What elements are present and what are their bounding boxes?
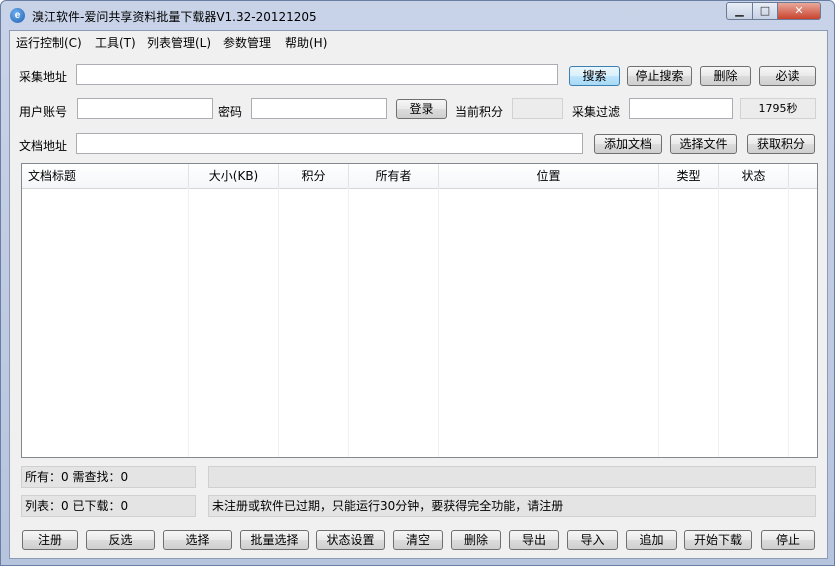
grid-line <box>658 188 659 457</box>
collect-url-label: 采集地址 <box>19 70 68 84</box>
grid-line <box>188 188 189 457</box>
batch-select-button[interactable]: 批量选择 <box>240 530 309 550</box>
login-button[interactable]: 登录 <box>396 99 447 119</box>
current-points-field <box>512 98 563 119</box>
user-account-input[interactable] <box>77 98 213 119</box>
collect-url-input[interactable] <box>76 64 558 85</box>
doc-url-input[interactable] <box>76 133 583 154</box>
col-title[interactable]: 文档标题 <box>22 164 189 188</box>
minimize-button[interactable]: ▁ <box>726 2 753 20</box>
add-doc-button[interactable]: 添加文档 <box>594 134 662 154</box>
close-button[interactable]: ✕ <box>777 2 821 20</box>
col-filler <box>789 164 817 188</box>
menu-help[interactable]: 帮助(H) <box>285 34 327 51</box>
collect-filter-input[interactable] <box>629 98 733 119</box>
title-bar[interactable]: e 溴江软件-爱问共享资料批量下载器V1.32-20121205 ▁ □ ✕ <box>1 1 834 30</box>
user-account-label: 用户账号 <box>19 105 68 119</box>
grid-line <box>438 188 439 457</box>
menu-bar: 运行控制(C) 工具(T) 列表管理(L) 参数管理 帮助(H) <box>10 31 827 51</box>
grid-line <box>788 188 789 457</box>
menu-tools[interactable]: 工具(T) <box>95 34 136 51</box>
stop-search-button[interactable]: 停止搜索 <box>627 66 692 86</box>
col-owner[interactable]: 所有者 <box>349 164 439 188</box>
password-input[interactable] <box>251 98 387 119</box>
must-read-button[interactable]: 必读 <box>759 66 816 86</box>
collect-filter-label: 采集过滤 <box>572 105 621 119</box>
append-button[interactable]: 追加 <box>626 530 677 550</box>
menu-list-manage[interactable]: 列表管理(L) <box>147 34 211 51</box>
register-button[interactable]: 注册 <box>22 530 78 550</box>
stop-button[interactable]: 停止 <box>761 530 815 550</box>
col-points[interactable]: 积分 <box>279 164 349 188</box>
col-size[interactable]: 大小(KB) <box>189 164 279 188</box>
main-window: e 溴江软件-爱问共享资料批量下载器V1.32-20121205 ▁ □ ✕ 运… <box>0 0 835 566</box>
status-message: 未注册或软件已过期，只能运行30分钟，要获得完全功能，请注册 <box>208 495 816 517</box>
import-button[interactable]: 导入 <box>567 530 618 550</box>
maximize-button[interactable]: □ <box>752 2 778 20</box>
document-list[interactable]: 文档标题 大小(KB) 积分 所有者 位置 类型 状态 <box>21 163 818 458</box>
window-title: 溴江软件-爱问共享资料批量下载器V1.32-20121205 <box>32 10 317 24</box>
app-icon: e <box>10 8 25 23</box>
search-button[interactable]: 搜索 <box>569 66 620 86</box>
delete-list-button[interactable]: 删除 <box>451 530 501 550</box>
col-type[interactable]: 类型 <box>659 164 719 188</box>
client-area: 运行控制(C) 工具(T) 列表管理(L) 参数管理 帮助(H) 采集地址 搜索… <box>9 30 828 559</box>
menu-run-control[interactable]: 运行控制(C) <box>16 34 82 51</box>
status-list: 列表：0 已下载：0 <box>21 495 196 517</box>
start-download-button[interactable]: 开始下载 <box>684 530 752 550</box>
clear-button[interactable]: 清空 <box>393 530 443 550</box>
grid-line <box>278 188 279 457</box>
list-header: 文档标题 大小(KB) 积分 所有者 位置 类型 状态 <box>22 164 817 189</box>
grid-line <box>718 188 719 457</box>
status-settings-button[interactable]: 状态设置 <box>316 530 385 550</box>
invert-select-button[interactable]: 反选 <box>86 530 155 550</box>
progress-bar <box>208 466 816 488</box>
password-label: 密码 <box>218 105 243 119</box>
select-file-button[interactable]: 选择文件 <box>670 134 737 154</box>
col-location[interactable]: 位置 <box>439 164 659 188</box>
col-status[interactable]: 状态 <box>719 164 789 188</box>
delete-button[interactable]: 删除 <box>700 66 751 86</box>
export-button[interactable]: 导出 <box>509 530 559 550</box>
get-points-button[interactable]: 获取积分 <box>747 134 815 154</box>
current-points-label: 当前积分 <box>455 105 504 119</box>
status-all: 所有：0 需查找：0 <box>21 466 196 488</box>
timer-display: 1795秒 <box>740 98 816 119</box>
doc-url-label: 文档地址 <box>19 139 68 153</box>
grid-line <box>348 188 349 457</box>
menu-params[interactable]: 参数管理 <box>223 34 271 51</box>
select-button[interactable]: 选择 <box>163 530 232 550</box>
